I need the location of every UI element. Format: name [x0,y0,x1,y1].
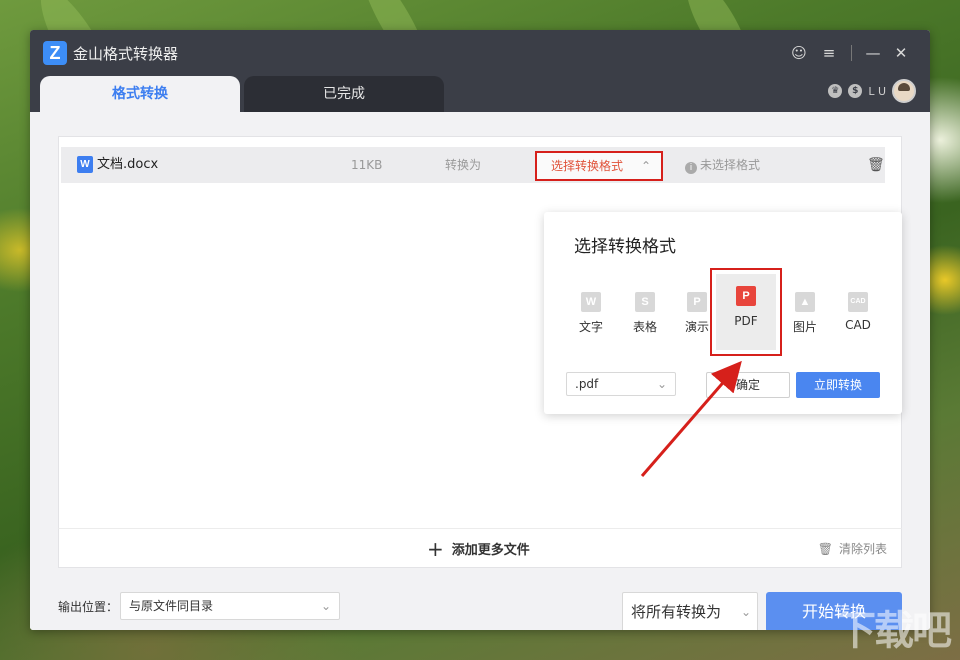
format-option-label: 演示 [684,320,709,334]
vip-crown-icon[interactable]: ♛ [828,84,843,98]
format-status: i 未选择格式 [685,147,760,183]
output-location-select[interactable]: 与原文件同目录 ⌄ [120,592,340,620]
format-select-dropdown[interactable]: 选择转换格式 ⌃ [535,151,663,181]
format-option-spreadsheet[interactable]: S 表格 [620,292,670,335]
format-option-label: 文字 [578,320,603,334]
cad-format-icon: CAD [848,292,868,312]
pdf-format-icon: P [736,286,756,306]
format-option-text[interactable]: W 文字 [566,292,616,335]
format-option-pdf-highlight: P PDF [710,268,782,356]
format-option-image[interactable]: ▲ 图片 [780,292,830,335]
word-format-icon: W [581,292,601,312]
format-select-label: 选择转换格式 [551,159,624,173]
file-size: 11KB [351,158,383,172]
chevron-down-icon: ⌄ [740,605,751,619]
presentation-format-icon: P [687,292,707,312]
minimize-icon[interactable]: — [862,42,884,64]
image-format-icon: ▲ [795,292,815,312]
clear-list-label: 清除列表 [838,542,887,556]
format-option-label: PDF [734,314,758,328]
confirm-button[interactable]: 确定 [706,372,790,398]
format-picker-popup: 选择转换格式 W 文字 S 表格 P 演示 P PDF ▲ 图片 CAD CAD… [544,212,902,414]
feedback-icon[interactable]: ☺ [788,42,810,64]
user-area: ♛ $ L U [828,78,916,104]
trash-icon: 🗑 [817,542,833,556]
tab-format-convert[interactable]: 格式转换 [40,76,240,112]
app-logo-icon: Z [43,41,67,65]
menu-icon[interactable]: ≡ [818,42,840,64]
app-title: 金山格式转换器 [73,45,179,63]
add-more-label: 添加更多文件 [451,543,530,558]
plus-icon: + [427,537,444,561]
title-bar: Z 金山格式转换器 ☺ ≡ — ✕ 格式转换 已完成 ♛ $ L U [30,30,930,112]
chevron-up-icon: ⌃ [640,159,651,173]
convert-to-label: 转换为 [445,158,482,172]
delete-file-icon[interactable]: 🗑 [867,147,885,183]
avatar[interactable] [892,79,916,103]
app-window: Z 金山格式转换器 ☺ ≡ — ✕ 格式转换 已完成 ♛ $ L U W 文档.… [30,30,930,630]
chevron-down-icon: ⌄ [320,599,331,613]
info-icon: i [685,162,697,174]
panel-footer: + 添加更多文件 🗑 清除列表 [58,528,902,568]
format-option-label: CAD [845,318,871,332]
extension-value: .pdf [575,377,599,391]
divider [851,45,852,61]
format-option-label: 表格 [632,320,657,334]
extension-select[interactable]: .pdf ⌄ [566,372,676,396]
spreadsheet-format-icon: S [635,292,655,312]
format-option-cad[interactable]: CAD CAD [833,292,883,332]
user-initials: L U [868,84,886,98]
convert-now-button[interactable]: 立即转换 [796,372,880,398]
popup-title: 选择转换格式 [574,237,676,257]
output-location-label: 输出位置： [58,600,119,614]
chevron-down-icon: ⌄ [656,377,667,391]
coin-icon[interactable]: $ [848,84,863,98]
table-row: W 文档.docx 11KB 转换为 选择转换格式 ⌃ i 未选择格式 🗑 [61,147,885,183]
format-option-label: 图片 [792,320,817,334]
tab-completed[interactable]: 已完成 [244,76,444,112]
main-content: W 文档.docx 11KB 转换为 选择转换格式 ⌃ i 未选择格式 🗑 选择转… [30,112,930,630]
add-more-files-button[interactable]: + 添加更多文件 [427,529,530,571]
word-file-icon: W [77,156,93,173]
clear-list-button[interactable]: 🗑 清除列表 [818,529,887,569]
file-name: 文档.docx [97,157,159,172]
convert-all-label: 将所有转换为 [631,603,722,621]
output-location-value: 与原文件同目录 [129,599,214,613]
format-status-text: 未选择格式 [700,158,761,172]
close-icon[interactable]: ✕ [890,42,912,64]
format-option-pdf[interactable]: P PDF [716,274,776,350]
watermark-logo: 下载吧 [836,608,952,654]
convert-all-select[interactable]: 将所有转换为 ⌄ [622,592,758,630]
